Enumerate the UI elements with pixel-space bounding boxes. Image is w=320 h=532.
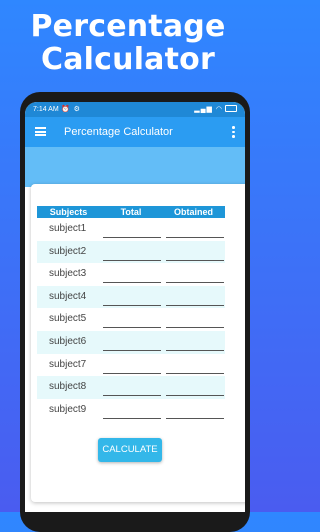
obtained-input[interactable] (166, 301, 224, 306)
more-vert-icon[interactable] (232, 126, 235, 139)
promo-title-line1: Percentage (30, 9, 226, 44)
total-input[interactable] (103, 414, 161, 419)
obtained-input[interactable] (166, 391, 224, 397)
battery-icon (225, 104, 237, 112)
total-input[interactable] (103, 233, 161, 238)
obtained-input[interactable] (166, 346, 224, 351)
phone-screen: 7:14 AM ⏰ ⚙ ▂▄▆ ◠ Percentage Calculator … (25, 102, 245, 512)
header-band (25, 147, 245, 187)
total-input[interactable] (103, 346, 161, 351)
table-row: subject8 (37, 376, 225, 399)
table-row: subject5 (37, 308, 225, 331)
subject-label: subject6 (49, 335, 87, 347)
calculate-button[interactable]: CALCULATE (98, 438, 162, 462)
status-time: 7:14 AM (33, 106, 59, 113)
status-bar: 7:14 AM ⏰ ⚙ ▂▄▆ ◠ (25, 102, 245, 117)
obtained-input[interactable] (166, 369, 224, 374)
subject-label: subject2 (49, 245, 87, 257)
total-input[interactable] (103, 369, 161, 374)
subject-label: subject9 (49, 403, 87, 415)
total-input[interactable] (103, 323, 161, 329)
promo-title: Percentage Calculator (0, 10, 256, 76)
app-bar: Percentage Calculator (25, 117, 245, 147)
subject-label: subject4 (49, 290, 87, 302)
promo-title-line2: Calculator (41, 42, 215, 77)
obtained-input[interactable] (166, 414, 224, 419)
header-obtained: Obtained (173, 207, 213, 217)
menu-icon[interactable] (35, 127, 46, 136)
total-input[interactable] (103, 301, 161, 306)
header-total: Total (120, 207, 142, 217)
obtained-input[interactable] (166, 323, 224, 329)
total-input[interactable] (103, 256, 161, 261)
subject-label: subject7 (49, 358, 87, 370)
obtained-input[interactable] (166, 256, 224, 261)
table-row: subject7 (37, 354, 225, 377)
table-row: subject2 (37, 240, 225, 264)
alarm-icon: ⏰ ⚙ (61, 106, 81, 113)
subject-label: subject3 (49, 268, 87, 280)
calculator-card: Subjects Total Obtained subject1 subject2… (31, 184, 245, 502)
app-title: Percentage Calculator (64, 126, 173, 138)
subject-label: subject1 (49, 223, 87, 234)
subject-label: subject5 (49, 313, 87, 325)
table-row: subject3 (37, 263, 225, 286)
table-row: subject1 (37, 218, 225, 241)
obtained-input[interactable] (166, 278, 224, 284)
table-row: subject9 (37, 399, 225, 422)
signal-icon: ▂▄▆ ◠ (194, 102, 237, 117)
header-subjects: Subjects (49, 207, 88, 217)
table-row: subject4 (37, 285, 225, 309)
total-input[interactable] (103, 391, 161, 397)
subject-label: subject8 (49, 381, 87, 393)
total-input[interactable] (103, 278, 161, 284)
table-header: Subjects Total Obtained (37, 206, 225, 218)
marks-table: Subjects Total Obtained subject1 subject2… (37, 206, 225, 421)
obtained-input[interactable] (166, 233, 224, 238)
table-row: subject6 (37, 330, 225, 354)
